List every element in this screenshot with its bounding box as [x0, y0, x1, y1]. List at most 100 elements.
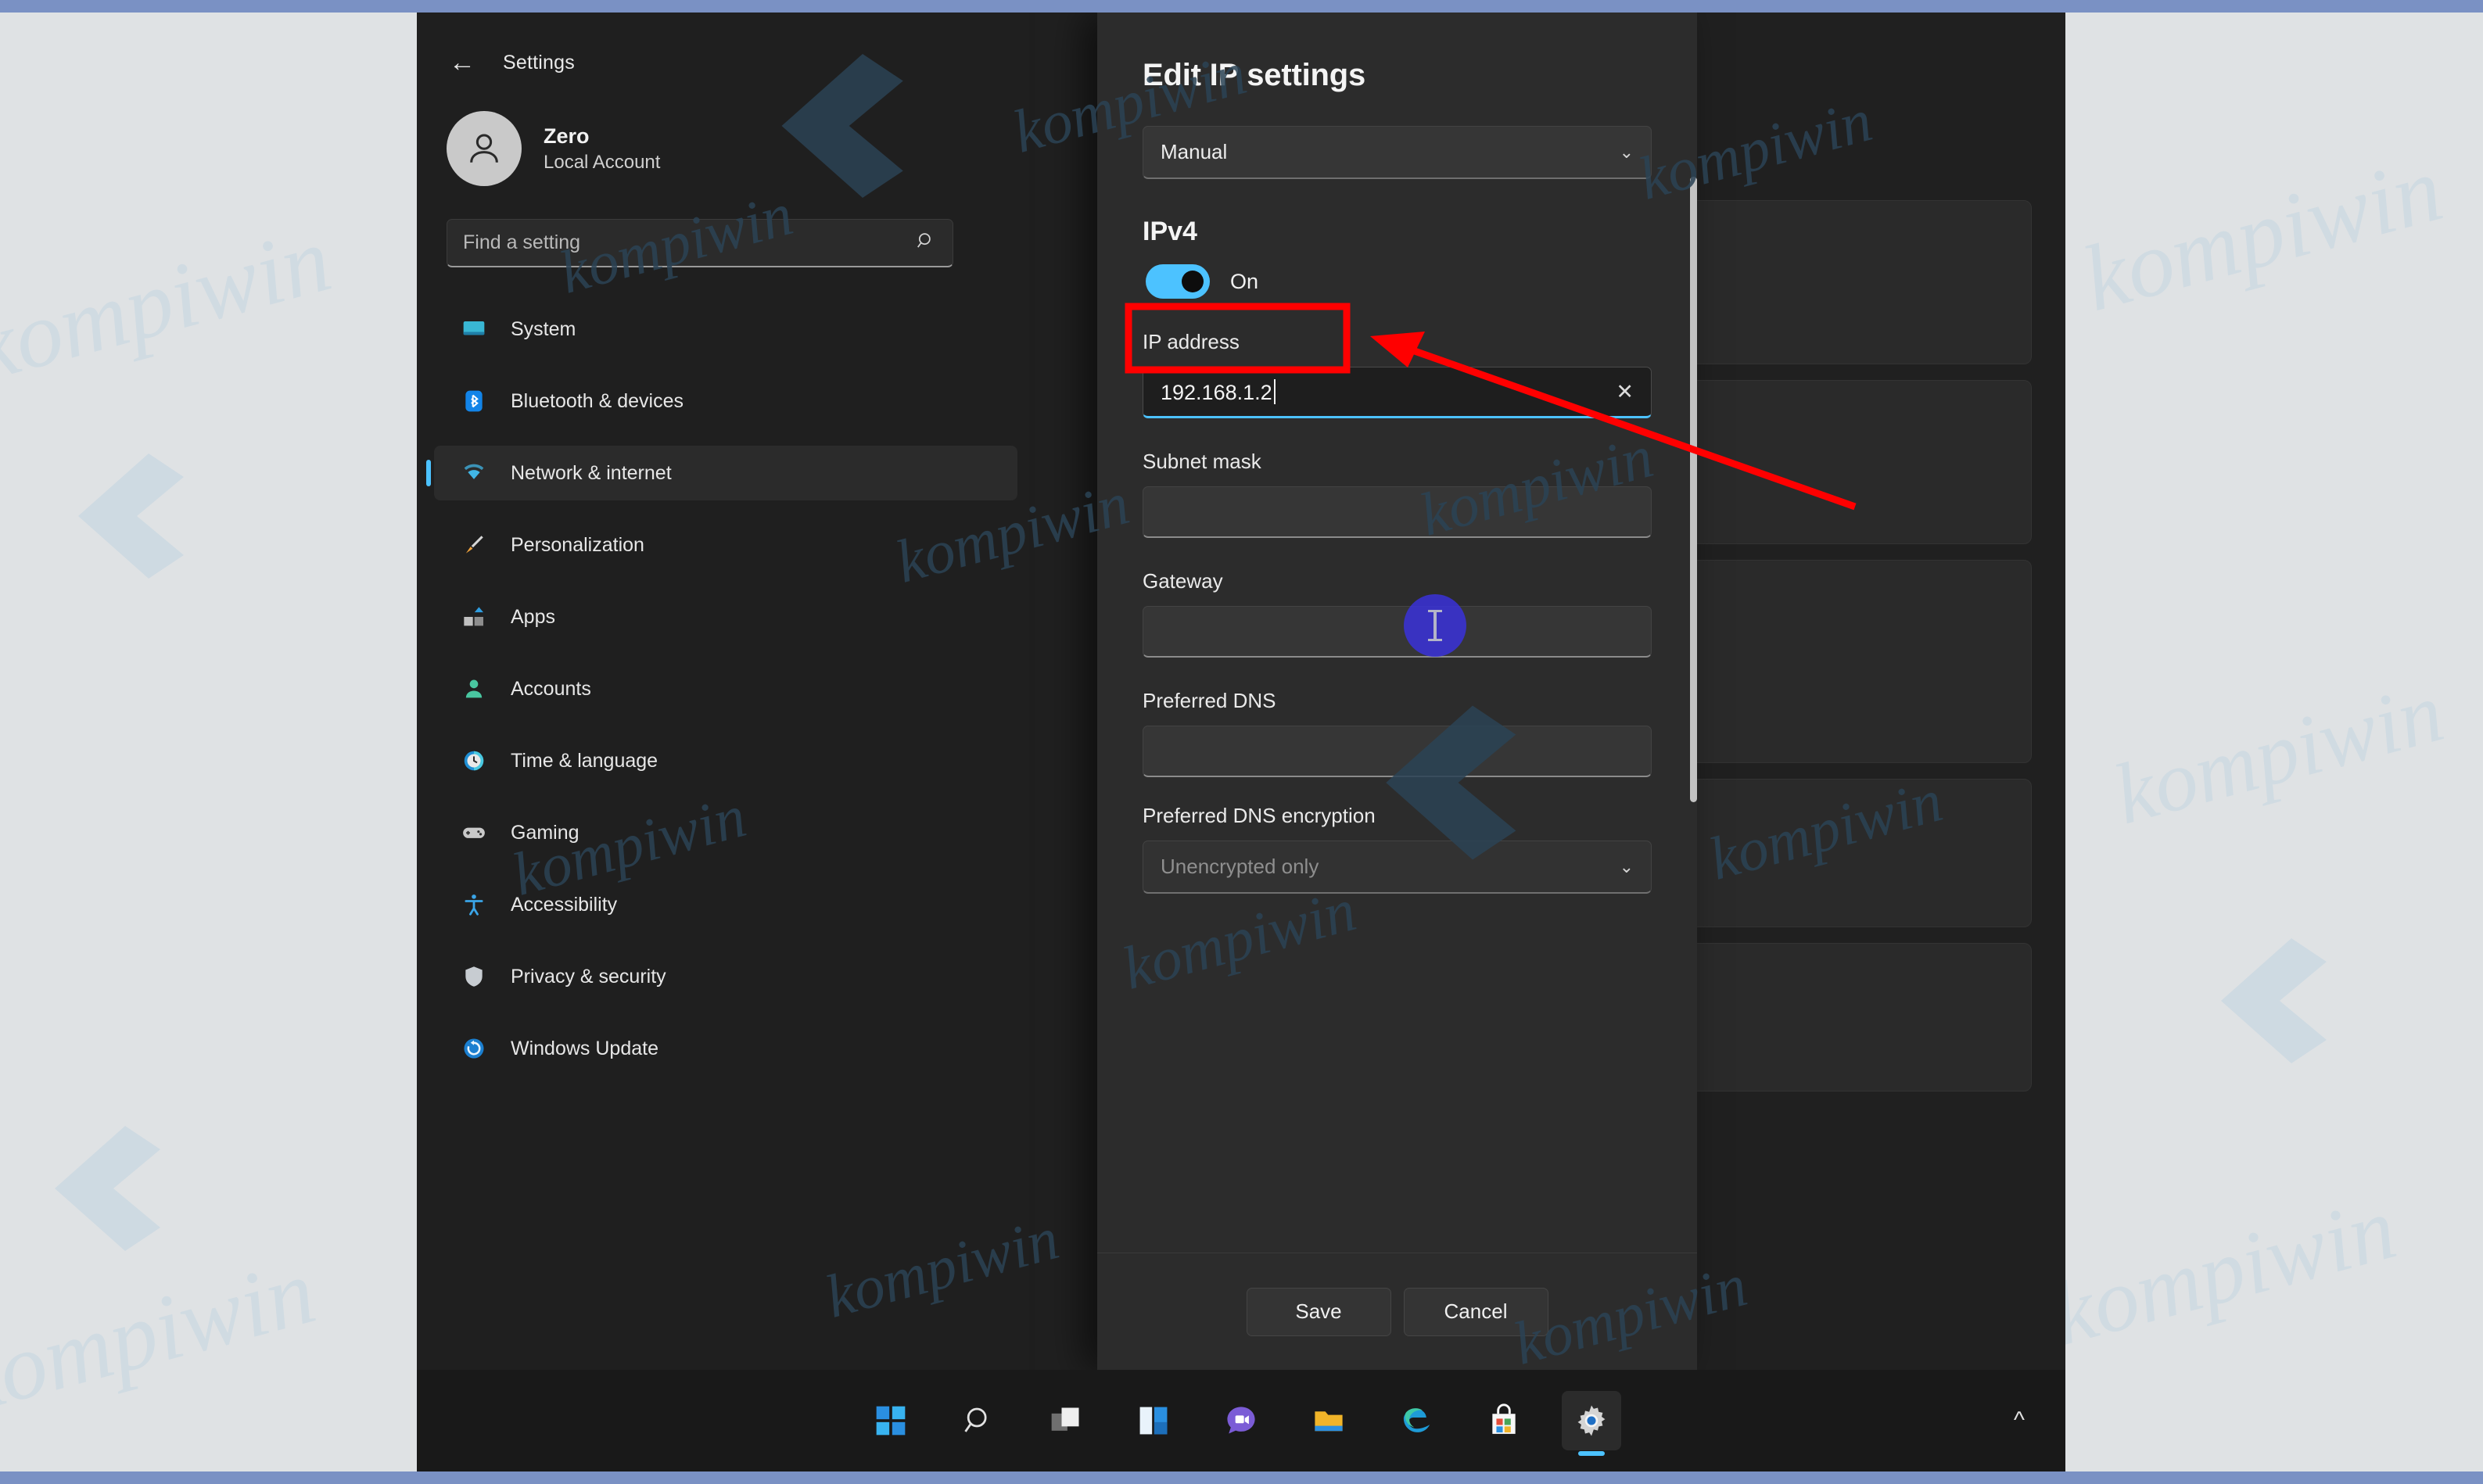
chevron-down-icon: ⌄	[1619, 142, 1634, 162]
settings-button[interactable]	[1562, 1391, 1621, 1450]
toggle-knob	[1182, 271, 1204, 292]
microsoft-store-button[interactable]	[1474, 1391, 1534, 1450]
account-name: Zero	[544, 124, 590, 149]
bluetooth-icon	[459, 386, 489, 416]
chevron-down-icon: ⌄	[1619, 856, 1634, 876]
preferred-dns-encryption-label: Preferred DNS encryption	[1143, 804, 1376, 827]
search-placeholder: Find a setting	[463, 231, 581, 253]
gateway-label: Gateway	[1143, 569, 1223, 593]
sidebar-item-bluetooth-devices[interactable]: Bluetooth & devices	[434, 374, 1017, 428]
page-watermark-chevron	[2221, 938, 2327, 1063]
widgets-button[interactable]	[1124, 1391, 1183, 1450]
sidebar-item-label: Accounts	[511, 677, 591, 700]
preferred-dns-input[interactable]	[1143, 726, 1652, 777]
sidebar-nav-list: System Bluetooth & devices Network & int…	[417, 302, 1035, 1076]
gamepad-icon	[459, 818, 489, 848]
text-cursor-icon	[1428, 610, 1442, 641]
sidebar-item-accessibility[interactable]: Accessibility	[434, 877, 1017, 932]
ipv4-toggle-row: On	[1143, 264, 1652, 299]
ipv4-toggle-state-label: On	[1230, 269, 1259, 293]
sidebar-item-windows-update[interactable]: Windows Update	[434, 1021, 1017, 1076]
shield-icon	[459, 962, 489, 991]
dialog-footer: Save Cancel	[1097, 1253, 1697, 1370]
page-watermark: kompiwin	[0, 1238, 325, 1434]
ip-assignment-value: Manual	[1161, 140, 1228, 163]
sidebar-item-label: Bluetooth & devices	[511, 389, 684, 412]
ip-address-label: IP address	[1143, 330, 1240, 353]
ip-assignment-dropdown[interactable]: Manual ⌄	[1143, 126, 1652, 179]
ip-address-input[interactable]: 192.168.1.2 ✕	[1143, 367, 1652, 418]
sidebar-item-label: Network & internet	[511, 461, 672, 484]
click-indicator	[1404, 594, 1466, 657]
edge-button[interactable]	[1387, 1391, 1446, 1450]
page-watermark: kompiwin	[2072, 135, 2453, 332]
start-button[interactable]	[861, 1391, 920, 1450]
sidebar-item-apps[interactable]: Apps	[434, 590, 1017, 644]
search-button[interactable]	[949, 1391, 1008, 1450]
sidebar-item-label: Accessibility	[511, 893, 618, 916]
gateway-input[interactable]	[1143, 606, 1652, 658]
task-view-button[interactable]	[1036, 1391, 1096, 1450]
sidebar-item-privacy-security[interactable]: Privacy & security	[434, 949, 1017, 1004]
page-root: kompiwin kompiwin kompiwin kompiwin komp…	[0, 0, 2483, 1484]
sidebar-item-gaming[interactable]: Gaming	[434, 805, 1017, 860]
apps-icon	[459, 602, 489, 632]
chevron-up-icon[interactable]: ^	[2014, 1407, 2025, 1434]
subnet-mask-label: Subnet mask	[1143, 450, 1261, 473]
search-input[interactable]: Find a setting	[447, 219, 953, 267]
search-icon[interactable]	[915, 230, 937, 256]
ipv4-section-title: IPv4	[1143, 217, 1197, 246]
page-watermark-chevron	[78, 453, 184, 579]
taskbar: ^	[417, 1370, 2065, 1471]
system-monitor-icon	[459, 314, 489, 344]
app-title: Settings	[503, 51, 575, 73]
paintbrush-icon	[459, 530, 489, 560]
taskbar-items	[861, 1391, 1621, 1450]
sidebar-item-time-language[interactable]: Time & language	[434, 733, 1017, 788]
settings-window: Network & internet ge when you're his ne…	[417, 13, 2065, 1471]
sidebar: ← Settings Zero Local Account Find a set…	[417, 13, 1035, 1370]
sidebar-item-accounts[interactable]: Accounts	[434, 661, 1017, 716]
sidebar-item-label: Apps	[511, 605, 555, 628]
sidebar-item-label: Gaming	[511, 821, 579, 844]
subnet-mask-input[interactable]	[1143, 486, 1652, 538]
page-watermark: kompiwin	[2042, 1178, 2406, 1364]
search-wrap: Find a setting	[447, 219, 953, 267]
page-watermark-chevron	[55, 1126, 160, 1251]
sidebar-item-label: Windows Update	[511, 1037, 658, 1059]
ipv4-toggle[interactable]	[1146, 264, 1210, 299]
back-arrow-icon[interactable]: ←	[445, 45, 479, 80]
clock-icon	[459, 746, 489, 776]
sidebar-item-label: System	[511, 317, 576, 340]
sidebar-item-label: Personalization	[511, 533, 644, 556]
save-button[interactable]: Save	[1246, 1287, 1391, 1336]
windows-update-icon	[459, 1034, 489, 1063]
accounts-person-icon	[459, 674, 489, 704]
preferred-dns-encryption-value: Unencrypted only	[1161, 855, 1319, 878]
sidebar-item-personalization[interactable]: Personalization	[434, 518, 1017, 572]
chat-button[interactable]	[1211, 1391, 1271, 1450]
preferred-dns-label: Preferred DNS	[1143, 689, 1276, 712]
file-explorer-button[interactable]	[1299, 1391, 1358, 1450]
avatar	[447, 111, 522, 186]
clear-x-icon[interactable]: ✕	[1616, 380, 1634, 404]
sidebar-item-system[interactable]: System	[434, 302, 1017, 357]
ip-address-value: 192.168.1.2	[1161, 380, 1272, 404]
page-watermark: kompiwin	[0, 206, 341, 402]
sidebar-header: ← Settings	[417, 13, 1035, 80]
dialog-scroll-area: Edit IP settings Manual ⌄ IPv4 On IP add…	[1097, 13, 1697, 1253]
account-block[interactable]: Zero Local Account	[417, 80, 1035, 186]
edit-ip-settings-dialog: Edit IP settings Manual ⌄ IPv4 On IP add…	[1097, 13, 1697, 1370]
page-watermark: kompiwin	[2104, 663, 2453, 843]
sidebar-item-label: Time & language	[511, 749, 658, 772]
page-top-strip	[0, 0, 2483, 13]
cancel-button[interactable]: Cancel	[1403, 1287, 1548, 1336]
preferred-dns-encryption-dropdown[interactable]: Unencrypted only ⌄	[1143, 841, 1652, 894]
accessibility-person-icon	[459, 890, 489, 919]
wifi-icon	[459, 458, 489, 488]
dialog-scrollbar[interactable]	[1690, 177, 1697, 802]
account-subtitle: Local Account	[544, 151, 661, 173]
sidebar-item-network-internet[interactable]: Network & internet	[426, 446, 1017, 500]
sidebar-item-label: Privacy & security	[511, 965, 666, 988]
text-caret	[1273, 378, 1276, 404]
